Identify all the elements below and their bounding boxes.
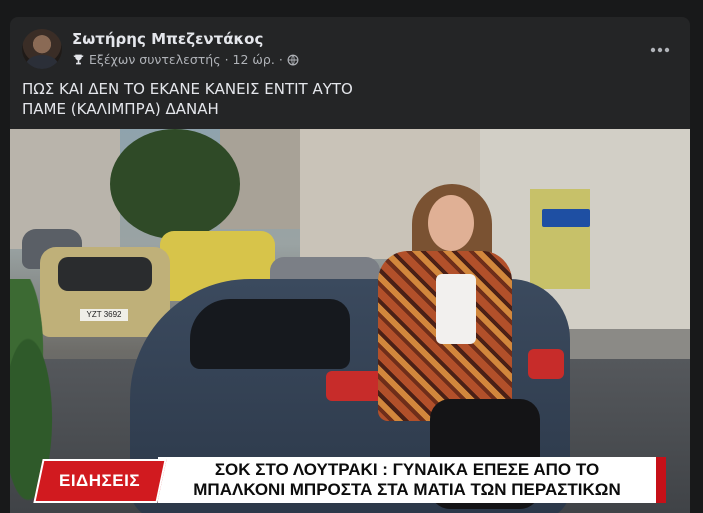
news-headline-box: ΣΟΚ ΣΤΟ ΛΟΥΤΡΑΚΙ : ΓΥΝΑΙΚΑ ΕΠΕΣΕ ΑΠΟ ΤΟ …	[158, 457, 666, 503]
avatar-figure	[26, 55, 58, 69]
author-name[interactable]: Σωτήρης Μπεζεντάκος	[72, 30, 263, 48]
tail-light-left	[326, 371, 384, 401]
street-sign	[542, 209, 590, 227]
more-options-button[interactable]	[646, 35, 674, 63]
headline-line-2: ΜΠΑΛΚΟΝΙ ΜΠΡΟΣΤΑ ΣΤΑ ΜΑΤΙΑ ΤΩΝ ΠΕΡΑΣΤΙΚΩ…	[193, 480, 621, 499]
news-banner: ΣΟΚ ΣΤΟ ΛΟΥΤΡΑΚΙ : ΓΥΝΑΙΚΑ ΕΠΕΣΕ ΑΠΟ ΤΟ …	[33, 457, 666, 503]
headline-line-1: ΣΟΚ ΣΤΟ ΛΟΥΤΡΑΚΙ : ΓΥΝΑΙΚΑ ΕΠΕΣΕ ΑΠΟ ΤΟ	[214, 460, 600, 479]
badge-label[interactable]: Εξέχων συντελεστής	[89, 52, 221, 67]
meta-separator-2: ·	[278, 52, 283, 67]
meta-separator: ·	[224, 52, 229, 67]
tree	[110, 129, 240, 239]
post-caption: ΠΩΣ ΚΑΙ ΔΕΝ ΤΟ ΕΚΑΝΕ ΚΑΝΕΙΣ ΕΝΤΙΤ ΑΥΤΟ Π…	[22, 79, 353, 119]
trophy-icon	[72, 53, 85, 66]
post-header: Σωτήρης Μπεζεντάκος Εξέχων συντελεστής ·…	[22, 27, 678, 71]
news-logo: ΕΙΔΗΣΕΙΣ	[33, 459, 167, 503]
news-logo-label: ΕΙΔΗΣΕΙΣ	[59, 471, 141, 490]
caption-line-1: ΠΩΣ ΚΑΙ ΔΕΝ ΤΟ ΕΚΑΝΕ ΚΑΝΕΙΣ ΕΝΤΙΤ ΑΥΤΟ	[22, 80, 353, 98]
blue-car-window	[190, 299, 350, 369]
feed-post: Σωτήρης Μπεζεντάκος Εξέχων συντελεστής ·…	[10, 17, 690, 513]
author-avatar[interactable]	[22, 29, 62, 69]
post-time[interactable]: 12 ώρ.	[233, 52, 275, 67]
caption-line-2: ΠΑΜΕ (ΚΑΛΙΜΠΡΑ) ΔΑΝΑΗ	[22, 100, 219, 118]
shop-front	[530, 189, 590, 289]
tail-light-right	[528, 349, 564, 379]
woman-shirt	[436, 274, 476, 344]
post-photo[interactable]: ΥΖΤ 3692 ΣΟΚ ΣΤΟ ΛΟΥΤΡΑΚΙ : ΓΥΝΑΙΚΑ ΕΠΕΣ…	[10, 129, 690, 513]
beige-car-window	[58, 257, 152, 291]
more-options-icon	[650, 40, 670, 58]
license-plate: ΥΖΤ 3692	[80, 309, 128, 321]
globe-icon	[287, 54, 299, 66]
woman-face	[428, 195, 474, 251]
post-meta: Εξέχων συντελεστής · 12 ώρ. ·	[72, 52, 299, 67]
